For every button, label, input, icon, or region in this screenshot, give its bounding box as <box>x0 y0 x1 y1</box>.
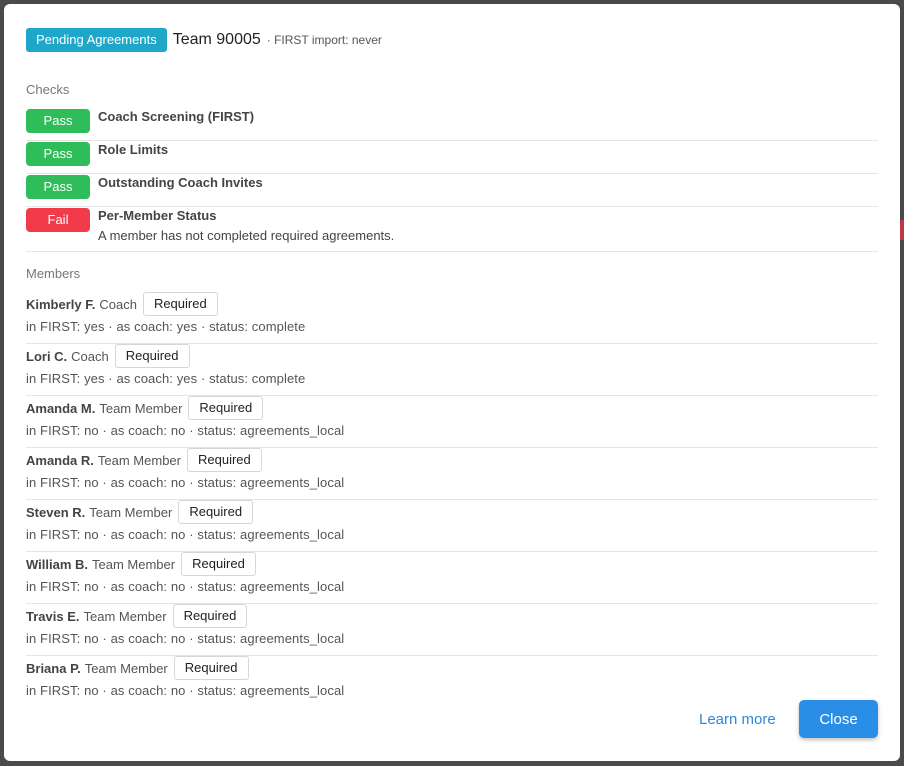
member-role: Team Member <box>97 452 181 468</box>
member-row: Amanda M. Team Member Required in FIRST:… <box>26 396 878 448</box>
check-status-pill: Fail <box>26 208 90 232</box>
member-name: Travis E. <box>26 608 80 624</box>
required-badge: Required <box>172 604 248 628</box>
member-row: Kimberly F. Coach Required in FIRST: yes… <box>26 292 878 344</box>
member-detail: in FIRST: no · as coach: no · status: ag… <box>26 527 345 542</box>
required-badge: Required <box>188 396 264 420</box>
member-detail: in FIRST: yes · as coach: yes · status: … <box>26 371 306 386</box>
member-name: Kimberly F. <box>26 296 96 312</box>
member-detail: in FIRST: no · as coach: no · status: ag… <box>26 631 345 646</box>
check-title: Role Limits <box>98 142 169 157</box>
member-row: Amanda R. Team Member Required in FIRST:… <box>26 448 878 500</box>
learn-more-link[interactable]: Learn more <box>699 711 776 728</box>
member-detail: in FIRST: yes · as coach: yes · status: … <box>26 319 306 334</box>
check-description: A member has not completed required agre… <box>98 228 395 243</box>
member-role: Coach <box>71 348 109 364</box>
member-row: Steven R. Team Member Required in FIRST:… <box>26 500 878 552</box>
check-status-pill: Pass <box>26 142 90 166</box>
member-role: Coach <box>99 296 137 312</box>
modal-header: Pending Agreements Team 90005 · FIRST im… <box>26 28 382 52</box>
member-role: Team Member <box>92 556 176 572</box>
member-name: Amanda M. <box>26 400 96 416</box>
member-row: Lori C. Coach Required in FIRST: yes · a… <box>26 344 878 396</box>
check-title: Outstanding Coach Invites <box>98 175 263 190</box>
member-name: Lori C. <box>26 348 68 364</box>
member-row: Travis E. Team Member Required in FIRST:… <box>26 604 878 656</box>
members-heading: Members <box>26 266 81 281</box>
required-badge: Required <box>173 656 249 680</box>
check-row: Fail Per-Member Status A member has not … <box>26 208 878 252</box>
check-title: Per-Member Status <box>98 208 217 223</box>
check-row: Pass Coach Screening (FIRST) <box>26 109 878 141</box>
member-role: Team Member <box>83 608 167 624</box>
member-name: Briana P. <box>26 660 81 676</box>
member-name: Steven R. <box>26 504 86 520</box>
required-badge: Required <box>142 292 218 316</box>
check-status-pill: Pass <box>26 109 90 133</box>
member-name: William B. <box>26 556 89 572</box>
member-row: Briana P. Team Member Required in FIRST:… <box>26 656 878 708</box>
member-role: Team Member <box>89 504 173 520</box>
member-detail: in FIRST: no · as coach: no · status: ag… <box>26 475 345 490</box>
required-badge: Required <box>178 500 254 524</box>
check-status-pill: Pass <box>26 175 90 199</box>
member-detail: in FIRST: no · as coach: no · status: ag… <box>26 683 345 698</box>
required-badge: Required <box>114 344 190 368</box>
member-detail: in FIRST: no · as coach: no · status: ag… <box>26 579 345 594</box>
team-status-modal: Pending Agreements Team 90005 · FIRST im… <box>4 4 900 761</box>
member-role: Team Member <box>99 400 183 416</box>
check-row: Pass Role Limits <box>26 142 878 174</box>
check-title: Coach Screening (FIRST) <box>98 109 255 124</box>
backdrop-accent <box>900 220 904 240</box>
member-detail: in FIRST: no · as coach: no · status: ag… <box>26 423 345 438</box>
import-note: · FIRST import: never <box>266 33 382 47</box>
required-badge: Required <box>181 552 256 576</box>
member-row: William B. Team Member Required in FIRST… <box>26 552 878 604</box>
required-badge: Required <box>186 448 262 472</box>
checks-heading: Checks <box>26 82 70 97</box>
close-button[interactable]: Close <box>799 700 878 738</box>
check-row: Pass Outstanding Coach Invites <box>26 175 878 207</box>
member-name: Amanda R. <box>26 452 94 468</box>
team-title: Team 90005 <box>172 31 261 48</box>
member-role: Team Member <box>84 660 168 676</box>
status-badge: Pending Agreements <box>26 28 167 52</box>
